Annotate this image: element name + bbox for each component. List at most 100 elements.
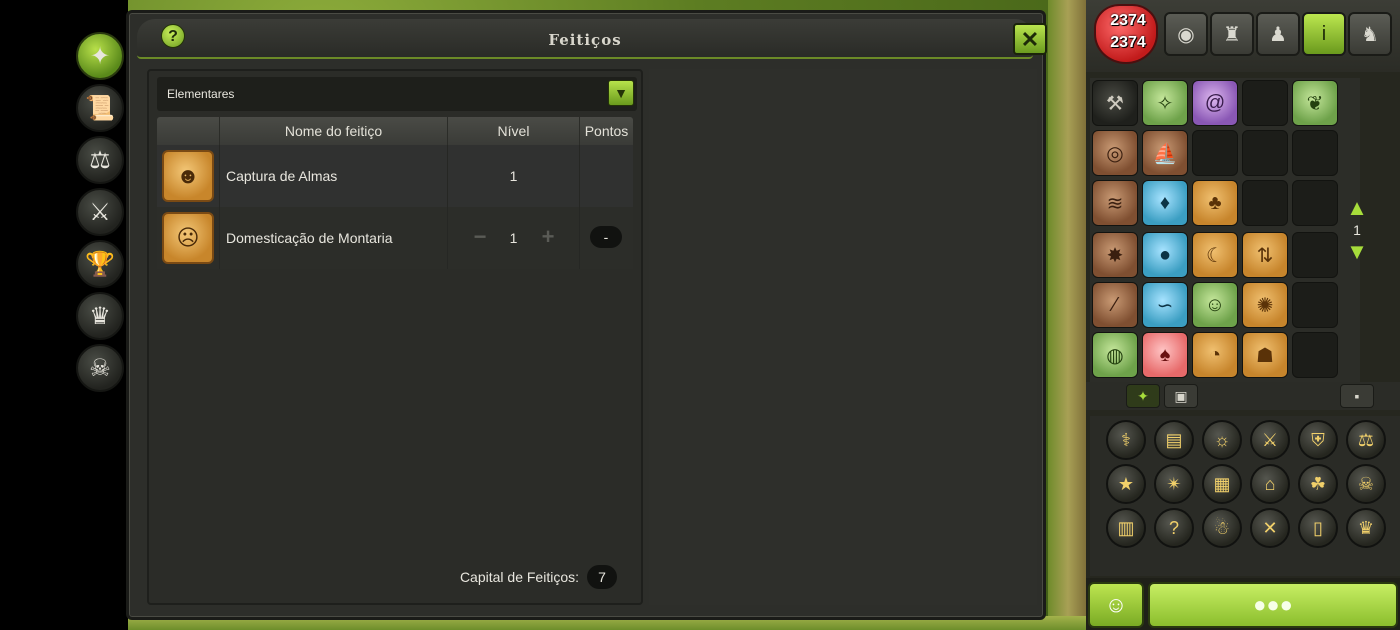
friends-icon[interactable]: ☃ <box>1202 508 1242 548</box>
health-heart-icon[interactable]: 2374 2374 <box>1094 4 1158 64</box>
empty-slot[interactable] <box>1292 332 1338 378</box>
clock-spell-slot-icon[interactable]: ✺ <box>1242 282 1288 328</box>
mount-taming-spell-icon[interactable]: ☹ <box>162 212 214 264</box>
helmet-icon[interactable]: ☠ <box>1346 464 1386 504</box>
star-wand-icon[interactable]: ★ <box>1106 464 1146 504</box>
empty-slot[interactable] <box>1242 180 1288 226</box>
window-titlebar: ? Feitiços ✕ <box>137 19 1047 59</box>
orb-spell-slot-icon[interactable]: ● <box>1142 232 1188 278</box>
backpack-icon[interactable]: ▥ <box>1106 508 1146 548</box>
character-icon[interactable]: ♟ <box>1256 12 1300 56</box>
empty-slot[interactable] <box>1292 232 1338 278</box>
coin-icon[interactable]: ☼ <box>1202 420 1242 460</box>
empty-slot[interactable] <box>1242 130 1288 176</box>
header-icon-column <box>157 117 219 145</box>
header-points[interactable]: Pontos <box>579 117 633 145</box>
dropdown-selected-value: Elementares <box>167 87 235 101</box>
table-row[interactable]: ☹ Domesticação de Montaria − 1 + - <box>157 207 633 269</box>
dna-icon[interactable]: ⚕ <box>1106 420 1146 460</box>
table-header: Nome do feitiço Nível Pontos <box>157 117 633 145</box>
viking-helmet-icon[interactable]: ♞ <box>1348 12 1392 56</box>
level-increase-button[interactable]: + <box>536 225 560 249</box>
swords-icon[interactable]: ⚔ <box>1250 420 1290 460</box>
page-number: 1 <box>1353 222 1361 238</box>
creature-spell-slot-icon[interactable]: ☺ <box>1192 282 1238 328</box>
crown-tab-icon[interactable]: ♛ <box>76 292 124 340</box>
swirl-spell-slot-icon[interactable]: ◔ <box>1192 332 1238 378</box>
sparkle-icon[interactable]: ✴ <box>1154 464 1194 504</box>
points-badge: - <box>590 226 622 248</box>
wind-spell-slot-icon[interactable]: ✧ <box>1142 80 1188 126</box>
empty-slot[interactable] <box>1242 80 1288 126</box>
eye-icon[interactable]: ◉ <box>1164 12 1208 56</box>
helmet-icon[interactable]: ♜ <box>1210 12 1254 56</box>
crossed-blades-icon[interactable]: ✕ <box>1250 508 1290 548</box>
thorn-spell-slot-icon[interactable]: ✸ <box>1092 232 1138 278</box>
table-row[interactable]: ☻ Captura de Almas 1 <box>157 145 633 207</box>
smiley-chat-icon[interactable]: ☺ <box>1088 582 1144 628</box>
window-side-tabs: ✦ 📜 ⚖ ⚔ 🏆 ♛ ☠ <box>72 30 132 400</box>
spiral-spell-slot-icon[interactable]: @ <box>1192 80 1238 126</box>
shortcut-page-control: ▲ 1 ▼ <box>1342 196 1372 276</box>
header-name[interactable]: Nome do feitiço <box>219 117 447 145</box>
hud-top-bar: 2374 2374 ◉ ♜ ♟ i ♞ <box>1086 0 1400 72</box>
empty-slot[interactable] <box>1192 130 1238 176</box>
ship-spell-slot-icon[interactable]: ⛵ <box>1142 130 1188 176</box>
crossed-weapons-tab-icon[interactable]: ⚔ <box>76 188 124 236</box>
leaf-spell-slot-icon[interactable]: ♣ <box>1192 180 1238 226</box>
book-icon[interactable]: ▯ <box>1298 508 1338 548</box>
scroll-icon[interactable]: ▤ <box>1154 420 1194 460</box>
balance-tab-icon[interactable]: ⚖ <box>76 136 124 184</box>
ball-spell-slot-icon[interactable]: ◍ <box>1092 332 1138 378</box>
chat-bar: ☺ ●●● <box>1086 578 1400 630</box>
question-icon[interactable]: ? <box>1154 508 1194 548</box>
helmet-tab-icon[interactable]: ☠ <box>76 344 124 392</box>
calendar-icon[interactable]: ▦ <box>1202 464 1242 504</box>
lock-shortcut-icon[interactable]: ▪ <box>1340 384 1374 408</box>
info-icon[interactable]: i <box>1302 12 1346 56</box>
arrows-spell-slot-icon[interactable]: ⇅ <box>1242 232 1288 278</box>
bag-shortcut-tab-icon[interactable]: ▣ <box>1164 384 1198 408</box>
chat-open-button[interactable]: ●●● <box>1148 582 1398 628</box>
chevron-down-icon[interactable]: ▼ <box>608 80 634 106</box>
spell-name: Domesticação de Montaria <box>226 230 393 246</box>
spell-capital: Capital de Feitiços: 7 <box>460 565 617 589</box>
moon-spell-slot-icon[interactable]: ☾ <box>1192 232 1238 278</box>
water-drops-spell-slot-icon[interactable]: ♦ <box>1142 180 1188 226</box>
wave-spell-slot-icon[interactable]: ∽ <box>1142 282 1188 328</box>
crown-icon[interactable]: ♛ <box>1346 508 1386 548</box>
paw-spell-slot-icon[interactable]: ♠ <box>1142 332 1188 378</box>
close-button[interactable]: ✕ <box>1013 23 1047 55</box>
empty-slot[interactable] <box>1292 180 1338 226</box>
window-title: Feitiços <box>548 31 622 49</box>
earth-spell-slot-icon[interactable]: ◎ <box>1092 130 1138 176</box>
chat-bubble-icon: ●●● <box>1253 592 1293 617</box>
page-down-icon[interactable]: ▼ <box>1342 240 1372 264</box>
balance-icon[interactable]: ⚖ <box>1346 420 1386 460</box>
axe-slot-icon[interactable]: ⚒ <box>1092 80 1138 126</box>
spell-level: 1 <box>509 168 518 184</box>
trophy-tab-icon[interactable]: 🏆 <box>76 240 124 288</box>
spells-tab-icon[interactable]: ✦ <box>76 32 124 80</box>
shop-icon[interactable]: ⌂ <box>1250 464 1290 504</box>
hp-current: 2374 <box>1110 12 1146 29</box>
empty-slot[interactable] <box>1292 130 1338 176</box>
pile-spell-slot-icon[interactable]: ☗ <box>1242 332 1288 378</box>
shortcut-tabs: ✦ ▣ ▪ <box>1086 382 1400 410</box>
spell-name: Captura de Almas <box>226 168 338 184</box>
empty-slot[interactable] <box>1292 282 1338 328</box>
spell-category-dropdown[interactable]: Elementares ▼ <box>157 77 637 111</box>
scratch-spell-slot-icon[interactable]: ⁄ <box>1092 282 1138 328</box>
header-level[interactable]: Nível <box>447 117 579 145</box>
vine-spell-slot-icon[interactable]: ❦ <box>1292 80 1338 126</box>
spell-shortcut-bar: ⚒ ✧ @ ❦ ◎ ⛵ ≋ ♦ ♣ ✸ ● ☾ ⇅ ⁄ ∽ ☺ ✺ ◍ ♠ ◔ … <box>1090 78 1360 388</box>
shield-icon[interactable]: ⛨ <box>1298 420 1338 460</box>
spells-shortcut-tab-icon[interactable]: ✦ <box>1126 384 1160 408</box>
skull-spell-icon[interactable]: ☻ <box>162 150 214 202</box>
creature-icon[interactable]: ☘ <box>1298 464 1338 504</box>
spell-details-area <box>649 69 1037 605</box>
scrolls-tab-icon[interactable]: 📜 <box>76 84 124 132</box>
claw-spell-slot-icon[interactable]: ≋ <box>1092 180 1138 226</box>
spells-table: Nome do feitiço Nível Pontos ☻ Captura d… <box>157 117 633 269</box>
page-up-icon[interactable]: ▲ <box>1342 196 1372 220</box>
